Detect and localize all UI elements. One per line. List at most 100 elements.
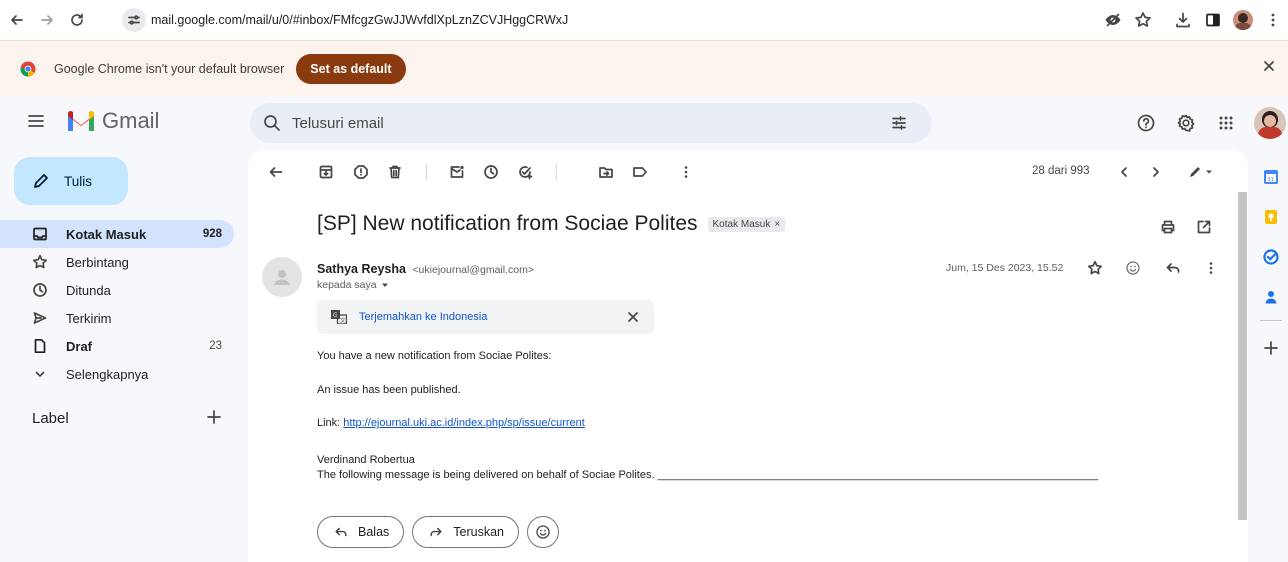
reply-button[interactable]: [1163, 258, 1183, 278]
scrollbar-thumb[interactable]: [1238, 192, 1247, 520]
message-more-button[interactable]: [1201, 258, 1221, 278]
nav-item-label: Terkirim: [66, 310, 112, 326]
body-link-line: Link: http://ejournal.uki.ac.id/index.ph…: [317, 417, 585, 429]
print-button[interactable]: [1160, 219, 1176, 235]
contacts-app-button[interactable]: [1254, 280, 1288, 314]
person-icon: [274, 270, 290, 285]
search-icon[interactable]: [262, 113, 282, 133]
pencil-icon: [34, 174, 48, 188]
open-new-window-button[interactable]: [1196, 219, 1212, 235]
url-text: mail.google.com/mail/u/0/#inbox/FMfcgzGw…: [151, 13, 569, 27]
help-button[interactable]: [1128, 105, 1164, 141]
signature-note: The following message is being delivered…: [317, 469, 1099, 481]
nav-item-more[interactable]: Selengkapnya: [0, 360, 234, 388]
settings-button[interactable]: [1168, 105, 1204, 141]
inbox-label-chip: Kotak Masuk ×: [707, 216, 786, 232]
account-avatar[interactable]: [1254, 107, 1286, 139]
svg-text:31: 31: [1267, 177, 1274, 183]
infobar-close-button[interactable]: [1262, 59, 1276, 73]
archive-icon: [319, 165, 333, 179]
chevron-right-icon: [1153, 167, 1159, 177]
nav-item-starred[interactable]: Berbintang: [0, 248, 234, 276]
inbox-icon: [30, 226, 50, 242]
back-button[interactable]: [4, 7, 30, 33]
reload-button[interactable]: [64, 7, 90, 33]
delete-button[interactable]: [385, 162, 405, 182]
more-actions-button[interactable]: [676, 162, 696, 182]
translate-close-button[interactable]: [626, 310, 640, 324]
bookmark-star-button[interactable]: [1128, 5, 1158, 35]
set-default-button[interactable]: Set as default: [296, 53, 406, 84]
newer-button[interactable]: [1114, 162, 1134, 182]
issue-link[interactable]: http://ejournal.uki.ac.id/index.php/sp/i…: [343, 417, 585, 429]
search-options-button[interactable]: [890, 114, 908, 132]
translate-link[interactable]: Terjemahkan ke Indonesia: [359, 311, 487, 323]
body-line: An issue has been published.: [317, 384, 461, 396]
tune-icon: [892, 116, 906, 130]
tracking-eye-icon[interactable]: [1098, 5, 1128, 35]
snooze-button[interactable]: [481, 162, 501, 182]
star-message-button[interactable]: [1085, 258, 1105, 278]
forward-button[interactable]: [34, 7, 60, 33]
sender-avatar[interactable]: [262, 257, 302, 297]
forward-pill-button[interactable]: Teruskan: [412, 516, 520, 548]
gmail-m-icon: [68, 111, 94, 131]
recipients-toggle[interactable]: kepada saya: [317, 279, 390, 291]
input-tools-button[interactable]: [1186, 162, 1218, 182]
back-to-inbox-button[interactable]: [266, 162, 286, 182]
search-bar[interactable]: [250, 103, 932, 143]
emoji-reaction-button[interactable]: [1123, 258, 1143, 278]
get-addons-button[interactable]: [1254, 331, 1288, 365]
emoji-react-button[interactable]: [527, 516, 560, 548]
nav-item-snoozed[interactable]: Ditunda: [0, 276, 234, 304]
add-to-tasks-button[interactable]: [515, 162, 535, 182]
keep-app-button[interactable]: [1254, 200, 1288, 234]
chrome-logo-icon: [20, 61, 36, 77]
draft-icon: [30, 338, 50, 354]
apps-button[interactable]: [1208, 105, 1244, 141]
sender-name[interactable]: Sathya Reysha: [317, 262, 406, 276]
label-icon: [633, 167, 647, 177]
nav-item-sent[interactable]: Terkirim: [0, 304, 234, 332]
nav-item-drafts[interactable]: Draf 23: [0, 332, 234, 360]
archive-button[interactable]: [316, 162, 336, 182]
reply-icon: [335, 527, 347, 537]
forward-label: Teruskan: [453, 525, 505, 539]
labels-header: Label: [32, 410, 69, 427]
nav-item-label: Berbintang: [66, 254, 129, 270]
site-info-icon[interactable]: [122, 8, 146, 32]
mail-unread-icon: [450, 165, 464, 178]
main-menu-button[interactable]: [26, 111, 46, 131]
gmail-logo[interactable]: Gmail: [66, 108, 159, 134]
trash-icon: [389, 165, 401, 179]
labels-button[interactable]: [630, 162, 650, 182]
side-apps-panel: 31: [1254, 160, 1288, 371]
download-button[interactable]: [1168, 5, 1198, 35]
add-label-button[interactable]: [206, 409, 222, 425]
mark-unread-button[interactable]: [447, 162, 467, 182]
chrome-menu-button[interactable]: [1258, 5, 1288, 35]
side-panel-button[interactable]: [1198, 5, 1228, 35]
email-subject-row: [SP] New notification from Sociae Polite…: [317, 212, 786, 236]
emoji-icon: [1126, 261, 1140, 275]
open-in-new-icon: [1197, 220, 1211, 234]
sender-line: Sathya Reysha <ukiejournal@gmail.com>: [317, 262, 534, 276]
omnibox[interactable]: mail.google.com/mail/u/0/#inbox/FMfcgzGw…: [120, 6, 1200, 34]
search-input[interactable]: [292, 114, 852, 132]
reply-actions: Balas Teruskan: [317, 516, 560, 548]
reply-pill-button[interactable]: Balas: [317, 516, 405, 548]
move-to-button[interactable]: [596, 162, 616, 182]
calendar-app-button[interactable]: 31: [1254, 160, 1288, 194]
report-spam-button[interactable]: [351, 162, 371, 182]
arrow-left-icon: [269, 167, 283, 177]
arrow-left-icon: [11, 15, 23, 25]
remove-label-button[interactable]: ×: [774, 219, 780, 230]
older-button[interactable]: [1146, 162, 1166, 182]
pen-dropdown-icon: [1190, 167, 1212, 177]
profile-button[interactable]: [1228, 5, 1258, 35]
translate-banner: G 文 Terjemahkan ke Indonesia: [317, 300, 654, 334]
translate-icon: G 文: [331, 310, 347, 324]
nav-item-inbox[interactable]: Kotak Masuk 928: [0, 220, 234, 248]
compose-button[interactable]: Tulis: [14, 157, 128, 205]
tasks-app-button[interactable]: [1254, 240, 1288, 274]
